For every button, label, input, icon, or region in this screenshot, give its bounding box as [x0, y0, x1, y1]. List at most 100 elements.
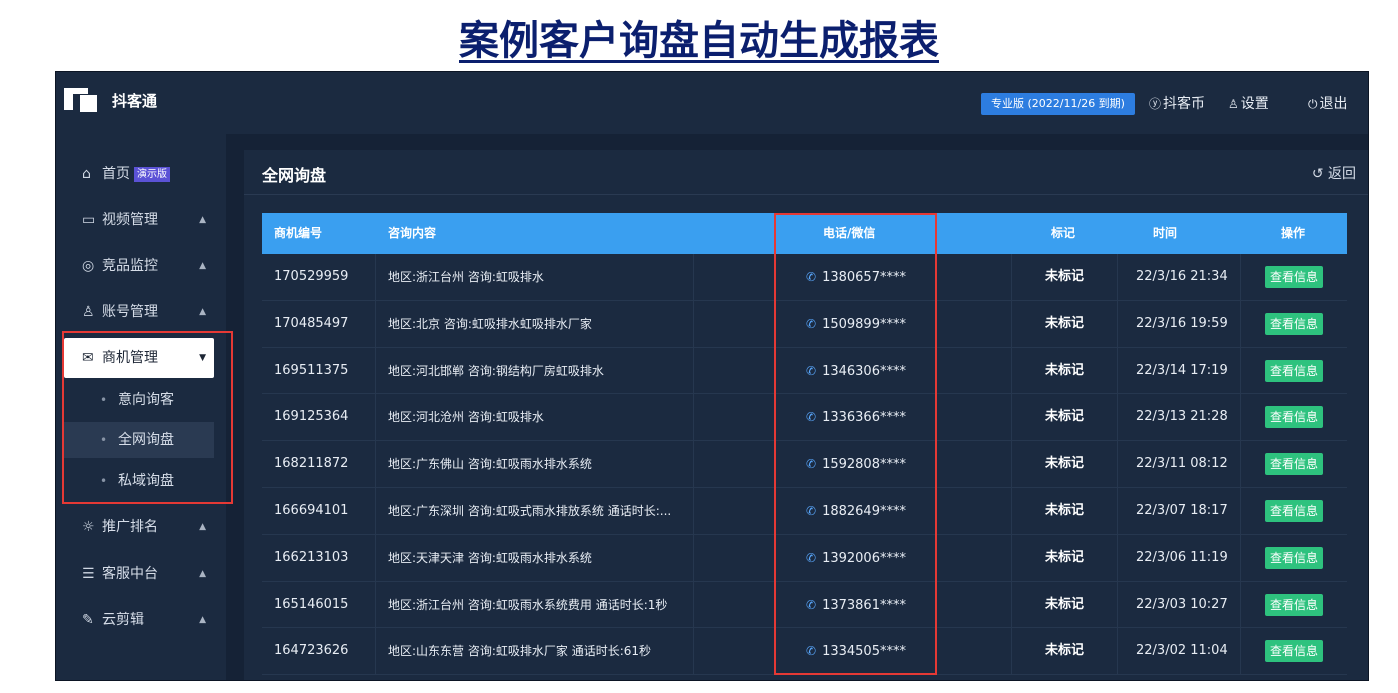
column-divider: [375, 347, 376, 394]
column-divider: [1117, 300, 1118, 347]
cell-id: 166694101: [274, 502, 349, 518]
column-divider: [1240, 300, 1241, 347]
cell-action: 查看信息: [1265, 348, 1324, 382]
back-button[interactable]: ↺ 返回: [1312, 163, 1356, 183]
view-info-button[interactable]: 查看信息: [1265, 499, 1324, 522]
logo-icon: [64, 88, 100, 114]
chevron-up-icon: ▲: [199, 522, 206, 532]
cell-action: 查看信息: [1265, 628, 1324, 663]
headline-text: 案例客户询盘自动生成报表: [459, 18, 939, 64]
view-info-button[interactable]: 查看信息: [1265, 640, 1324, 663]
cell-mark: 未标记: [1045, 549, 1085, 565]
column-divider: [375, 441, 376, 488]
sidebar-item-editor[interactable]: ✎ 云剪辑 ▲: [64, 600, 214, 640]
cell-id: 170485497: [274, 315, 349, 331]
settings-link[interactable]: ♙ 设置: [1228, 93, 1269, 115]
view-info-button[interactable]: 查看信息: [1265, 312, 1324, 335]
column-divider: [1011, 581, 1012, 628]
sidebar-item-label: 推广排名: [102, 519, 158, 535]
cell-content: 地区:河北邯郸 咨询:钢结构厂房虹吸排水: [388, 363, 604, 378]
monitor-icon: ◎: [82, 258, 95, 274]
sidebar-item-label: 首页: [102, 166, 130, 182]
column-divider: [693, 628, 694, 675]
cell-mark: 未标记: [1045, 502, 1085, 518]
cell-content: 地区:北京 咨询:虹吸排水虹吸排水厂家: [388, 316, 592, 331]
cell-mark: 未标记: [1045, 643, 1085, 659]
cell-id: 169125364: [274, 409, 349, 425]
view-info-button[interactable]: 查看信息: [1265, 359, 1324, 382]
cell-id: 168211872: [274, 456, 349, 472]
column-divider: [693, 300, 694, 347]
coin-icon: ⓨ: [1149, 97, 1162, 111]
view-info-button[interactable]: 查看信息: [1265, 406, 1324, 429]
column-divider: [1117, 394, 1118, 441]
column-divider: [1240, 254, 1241, 300]
plan-badge[interactable]: 专业版 (2022/11/26 到期): [981, 93, 1135, 115]
edit-icon: ✎: [82, 612, 94, 628]
column-divider: [375, 394, 376, 441]
coins-label: 抖客币: [1163, 96, 1206, 112]
cell-time: 22/3/13 21:28: [1136, 409, 1228, 425]
cell-time: 22/3/11 08:12: [1136, 456, 1228, 472]
cell-action: 查看信息: [1265, 394, 1324, 429]
sidebar-item-accounts[interactable]: ♙ 账号管理 ▲: [64, 292, 214, 332]
chevron-up-icon: ▲: [199, 307, 206, 317]
column-divider: [375, 300, 376, 347]
cell-id: 169511375: [274, 362, 349, 378]
column-divider: [375, 487, 376, 534]
column-divider: [1117, 441, 1118, 488]
logout-link[interactable]: ⏻ 退出: [1308, 93, 1348, 115]
cell-action: 查看信息: [1265, 488, 1324, 522]
highlight-box-phone-column: [774, 213, 937, 675]
cell-content: 地区:浙江台州 咨询:虹吸雨水系统费用 通话时长:1秒: [388, 597, 668, 612]
column-divider: [1240, 441, 1241, 488]
cell-action: 查看信息: [1265, 441, 1324, 476]
highlight-box-sidebar: [62, 331, 233, 504]
column-divider: [1117, 628, 1118, 675]
cell-mark: 未标记: [1045, 362, 1085, 378]
column-divider: [1117, 581, 1118, 628]
cell-id: 166213103: [274, 549, 349, 565]
column-divider: [1240, 394, 1241, 441]
cell-time: 22/3/14 17:19: [1136, 362, 1228, 378]
column-divider: [1240, 347, 1241, 394]
sidebar-item-label: 竞品监控: [102, 258, 158, 274]
cell-content: 地区:广东佛山 咨询:虹吸雨水排水系统: [388, 457, 592, 472]
cell-mark: 未标记: [1045, 315, 1085, 331]
chevron-up-icon: ▲: [199, 615, 206, 625]
cell-action: 查看信息: [1265, 301, 1324, 335]
view-info-button[interactable]: 查看信息: [1265, 453, 1324, 476]
sidebar-item-promotion[interactable]: ☼ 推广排名 ▲: [64, 507, 214, 547]
divider: [244, 194, 1368, 195]
column-divider: [693, 347, 694, 394]
view-info-button[interactable]: 查看信息: [1265, 266, 1324, 288]
column-divider: [1240, 487, 1241, 534]
app-window: 抖客通 专业版 (2022/11/26 到期) ⓨ 抖客币 ♙ 设置 ⏻ 退出 ⌂ 首页…: [55, 71, 1369, 681]
column-divider: [1011, 628, 1012, 675]
column-divider: [1011, 394, 1012, 441]
sidebar-item-competitor[interactable]: ◎ 竞品监控 ▲: [64, 246, 214, 286]
cell-mark: 未标记: [1045, 269, 1085, 284]
page-title: 全网询盘: [262, 166, 327, 185]
view-info-button[interactable]: 查看信息: [1265, 593, 1324, 616]
view-info-button[interactable]: 查看信息: [1265, 546, 1324, 569]
cell-time: 22/3/02 11:04: [1136, 643, 1228, 659]
chevron-up-icon: ▲: [199, 569, 206, 579]
column-divider: [1011, 441, 1012, 488]
column-divider: [1011, 534, 1012, 581]
sidebar-item-home[interactable]: ⌂ 首页 演示版: [64, 154, 214, 194]
back-label: 返回: [1328, 166, 1356, 182]
sidebar-item-service[interactable]: ☰ 客服中台 ▲: [64, 554, 214, 594]
column-divider: [1240, 534, 1241, 581]
cell-id: 170529959: [274, 269, 349, 284]
sidebar-item-video[interactable]: ▭ 视频管理 ▲: [64, 200, 214, 240]
chevron-up-icon: ▲: [199, 215, 206, 225]
cell-mark: 未标记: [1045, 409, 1085, 425]
cell-mark: 未标记: [1045, 456, 1085, 472]
column-divider: [1011, 487, 1012, 534]
column-divider: [375, 628, 376, 675]
coins-link[interactable]: ⓨ 抖客币: [1149, 93, 1205, 115]
chevron-up-icon: ▲: [199, 261, 206, 271]
cell-time: 22/3/03 10:27: [1136, 596, 1228, 612]
cell-time: 22/3/16 19:59: [1136, 315, 1228, 331]
